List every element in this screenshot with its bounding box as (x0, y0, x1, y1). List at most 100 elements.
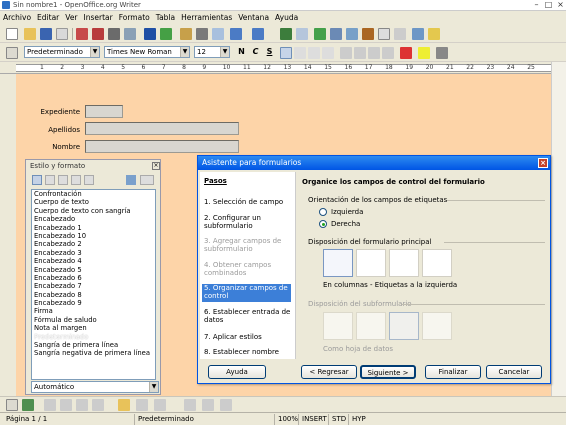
anchor-icon[interactable] (154, 399, 166, 411)
status-std[interactable]: STD (328, 414, 348, 425)
close-window-button[interactable]: × (555, 1, 566, 10)
menu-insertar[interactable]: Insertar (81, 12, 116, 22)
list-item[interactable]: Encabezado 10 (32, 232, 155, 240)
radio-left[interactable] (319, 208, 327, 216)
step-5-active[interactable]: 5. Organizar campos de control (202, 284, 291, 302)
hyperlink-icon[interactable] (280, 28, 292, 40)
next-button[interactable]: Siguiente > (360, 365, 416, 379)
new-document-icon[interactable] (6, 28, 18, 40)
character-styles-icon[interactable] (45, 175, 55, 185)
font-color-icon[interactable] (400, 47, 412, 59)
find-replace-icon[interactable] (330, 28, 342, 40)
field-nombre[interactable] (85, 140, 239, 153)
help-button[interactable]: Ayuda (208, 365, 266, 379)
undo-icon[interactable] (230, 28, 242, 40)
layout-blocks-top-button[interactable] (422, 249, 452, 277)
step-7[interactable]: 7. Aplicar estilos (204, 333, 296, 341)
chevron-down-icon[interactable]: ▼ (180, 47, 189, 57)
export-pdf-icon[interactable] (92, 28, 104, 40)
list-item[interactable]: Fórmula de saludo (32, 316, 155, 324)
back-button[interactable]: < Regresar (301, 365, 357, 379)
help-icon[interactable] (428, 28, 440, 40)
status-style[interactable]: Predeterminado (134, 414, 274, 425)
styles-window-icon[interactable] (6, 47, 18, 59)
menu-ventana[interactable]: Ventana (235, 12, 272, 22)
paragraph-styles-icon[interactable] (32, 175, 42, 185)
highlight-icon[interactable] (418, 47, 430, 59)
step-8[interactable]: 8. Establecer nombre (204, 348, 296, 356)
close-icon[interactable]: × (152, 162, 160, 170)
step-1[interactable]: 1. Selección de campo (204, 198, 296, 206)
list-item[interactable]: Encabezado 9 (32, 299, 155, 307)
menu-tabla[interactable]: Tabla (153, 12, 178, 22)
maximize-button[interactable]: □ (543, 1, 554, 10)
new-style-icon[interactable] (140, 175, 154, 185)
list-item[interactable]: Sangría de primera línea (32, 341, 155, 349)
nonprinting-chars-icon[interactable] (394, 28, 406, 40)
bold-button[interactable]: N (236, 47, 247, 56)
style-list[interactable]: Confrontación Cuerpo de texto Cuerpo de … (31, 189, 156, 380)
list-item[interactable]: Encabezado 4 (32, 257, 155, 265)
status-insert[interactable]: INSERT (298, 414, 328, 425)
table-icon[interactable] (296, 28, 308, 40)
page-styles-icon[interactable] (71, 175, 81, 185)
bullets-icon[interactable] (354, 47, 366, 59)
layout-columns-left-button[interactable] (323, 249, 353, 277)
list-item[interactable]: Encabezado 2 (32, 240, 155, 248)
background-color-icon[interactable] (436, 47, 448, 59)
form-design-icon[interactable] (22, 399, 34, 411)
save-icon[interactable] (40, 28, 52, 40)
list-item[interactable]: Encabezado (32, 215, 155, 223)
status-zoom[interactable]: 100% (274, 414, 298, 425)
copy-icon[interactable] (196, 28, 208, 40)
field-expediente[interactable] (85, 105, 123, 118)
field-apellidos[interactable] (85, 122, 239, 135)
finish-button[interactable]: Finalizar (425, 365, 481, 379)
chevron-down-icon[interactable]: ▼ (149, 382, 158, 392)
radio-left-label[interactable]: Izquierda (331, 208, 363, 216)
email-icon[interactable] (56, 28, 68, 40)
step-6[interactable]: 6. Establecer entrada de datos (204, 308, 296, 324)
list-item[interactable]: Encabezado 1 (32, 224, 155, 232)
chevron-down-icon[interactable]: ▼ (90, 47, 99, 57)
increase-indent-icon[interactable] (382, 47, 394, 59)
fill-format-icon[interactable] (126, 175, 136, 185)
autospell-icon[interactable] (160, 28, 172, 40)
numbering-icon[interactable] (340, 47, 352, 59)
status-hyp[interactable]: HYP (348, 414, 370, 425)
select-icon[interactable] (6, 399, 18, 411)
control-icon[interactable] (44, 399, 56, 411)
list-item[interactable]: Encabezado 5 (32, 266, 155, 274)
spellcheck-icon[interactable] (144, 28, 156, 40)
list-item[interactable]: Firma (32, 307, 155, 315)
control-icon[interactable] (60, 399, 72, 411)
font-name-select[interactable]: Times New Roman ▼ (104, 46, 190, 58)
list-item[interactable]: Nota al margen (32, 324, 155, 332)
list-item-selected[interactable]: Predeterminado (32, 332, 155, 342)
redo-icon[interactable] (252, 28, 264, 40)
step-2[interactable]: 2. Configurar un subformulario (204, 214, 296, 230)
italic-button[interactable]: C (250, 47, 261, 56)
menu-ver[interactable]: Ver (62, 12, 80, 22)
menu-herramientas[interactable]: Herramientas (178, 12, 235, 22)
minimize-button[interactable]: – (531, 1, 542, 10)
font-size-select[interactable]: 12 ▼ (194, 46, 230, 58)
edit-file-icon[interactable] (76, 28, 88, 40)
zoom-icon[interactable] (412, 28, 424, 40)
list-item[interactable]: Encabezado 7 (32, 282, 155, 290)
open-icon[interactable] (24, 28, 36, 40)
align-center-icon[interactable] (294, 47, 306, 59)
menu-formato[interactable]: Formato (116, 12, 153, 22)
control-icon[interactable] (76, 399, 88, 411)
list-item[interactable]: Sangría negativa de primera línea (32, 349, 155, 357)
align-right-icon[interactable] (308, 47, 320, 59)
list-item[interactable]: Encabezado 6 (32, 274, 155, 282)
datasources-icon[interactable] (378, 28, 390, 40)
list-styles-icon[interactable] (84, 175, 94, 185)
navigator-icon[interactable] (346, 28, 358, 40)
radio-right[interactable] (319, 220, 327, 228)
frame-styles-icon[interactable] (58, 175, 68, 185)
radio-right-label[interactable]: Derecha (331, 220, 360, 228)
menu-editar[interactable]: Editar (34, 12, 62, 22)
chevron-down-icon[interactable]: ▼ (220, 47, 229, 57)
